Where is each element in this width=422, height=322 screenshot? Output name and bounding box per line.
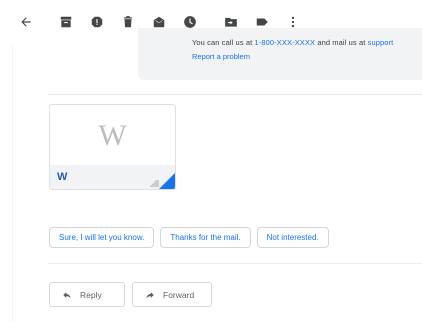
message-divider [48,94,422,95]
forward-label: Forward [163,289,195,300]
contact-text-middle: and mail us at [317,38,366,47]
snooze-icon [184,16,196,28]
word-doc-icon: W [57,171,68,183]
reply-label: Reply [80,289,102,300]
delete-button[interactable] [116,10,140,34]
smart-reply-chip-2[interactable]: Thanks for the mail. [160,227,251,248]
archive-icon [60,16,72,28]
content-left-rule [12,44,13,322]
back-button[interactable] [14,10,38,34]
mark-unread-icon [153,16,165,28]
label-icon [256,18,268,26]
back-arrow-icon [21,17,31,27]
attachment-corner-icon [159,173,175,189]
attachment-fold-shadow [147,180,159,187]
archive-button[interactable] [54,10,78,34]
report-spam-button[interactable] [85,10,109,34]
forward-icon [146,291,154,298]
contact-info-line: You can call us at 1-800-XXX-XXXX and ma… [192,38,422,47]
move-to-icon [225,17,237,27]
forward-button[interactable]: Forward [132,282,212,307]
message-actions: Reply Forward [49,282,219,307]
attachment-card[interactable]: W W [49,104,176,190]
contact-info-box: You can call us at 1-800-XXX-XXXX and ma… [138,28,422,80]
delete-icon [123,16,133,28]
more-vert-icon [291,16,295,28]
report-spam-icon [91,16,103,28]
report-problem-link[interactable]: Report a problem [192,52,250,61]
smart-reply-chip-3[interactable]: Not interested. [256,227,329,248]
phone-link[interactable]: 1-800-XXX-XXXX [255,38,316,47]
contact-text-start: You can call us at [192,38,253,47]
reply-button[interactable]: Reply [49,282,125,307]
attachment-preview: W [98,119,127,152]
smart-reply-bar: Sure, I will let you know. Thanks for th… [49,227,335,248]
smart-reply-chip-1[interactable]: Sure, I will let you know. [49,227,155,248]
actions-divider [48,263,422,264]
email-link[interactable]: support [368,38,394,47]
reply-icon [63,291,71,298]
